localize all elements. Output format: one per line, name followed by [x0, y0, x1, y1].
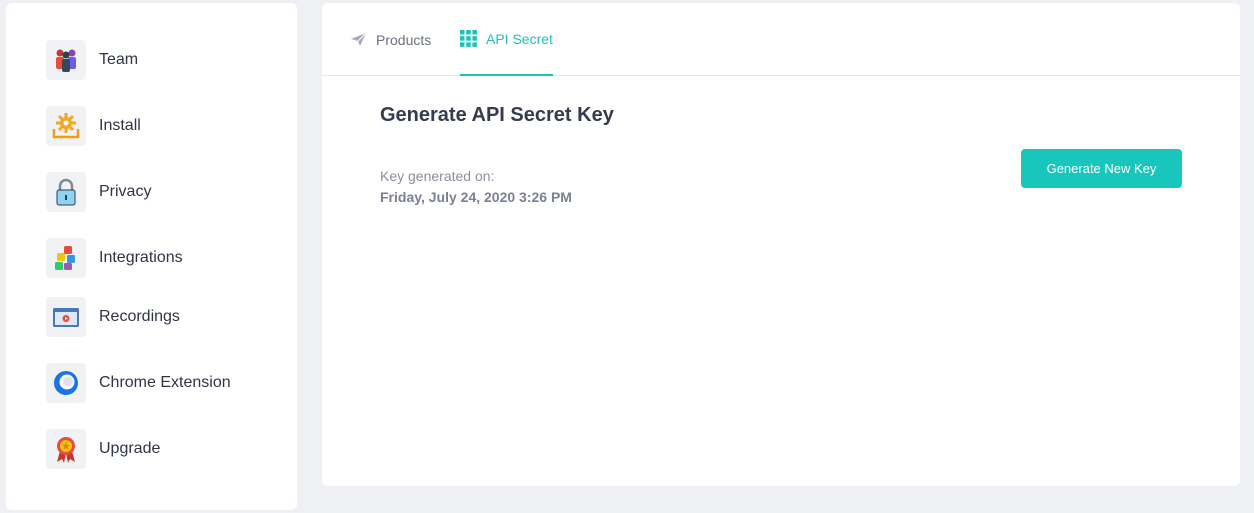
main-panel: Products API Secret Generate API Secret … — [322, 3, 1240, 486]
sidebar-item-privacy[interactable]: Privacy — [46, 172, 151, 212]
chrome-icon — [46, 363, 86, 403]
sidebar-item-recordings[interactable]: Recordings — [46, 297, 180, 337]
paper-plane-icon — [350, 32, 367, 47]
sidebar-item-label: Chrome Extension — [99, 374, 231, 391]
sidebar-item-install[interactable]: Install — [46, 106, 141, 146]
sidebar: Team Install Privacy Integrations Record… — [6, 3, 297, 510]
sidebar-item-integrations[interactable]: Integrations — [46, 238, 183, 278]
ribbon-icon — [46, 429, 86, 469]
tab-products[interactable]: Products — [350, 3, 431, 76]
video-icon — [46, 297, 86, 337]
sidebar-item-label: Upgrade — [99, 440, 161, 457]
sidebar-item-label: Recordings — [99, 308, 180, 325]
sidebar-item-upgrade[interactable]: Upgrade — [46, 429, 160, 469]
tab-bar: Products API Secret — [322, 3, 1240, 76]
team-icon — [46, 40, 86, 80]
tab-label: API Secret — [486, 30, 553, 47]
key-generated-date: Friday, July 24, 2020 3:26 PM — [380, 189, 572, 205]
sidebar-item-chrome-extension[interactable]: Chrome Extension — [46, 363, 231, 403]
install-icon — [46, 106, 86, 146]
tab-label: Products — [376, 31, 432, 48]
grid-icon — [460, 30, 477, 47]
sidebar-item-team[interactable]: Team — [46, 40, 138, 80]
sidebar-item-label: Install — [99, 117, 141, 134]
puzzle-icon — [46, 238, 86, 278]
sidebar-item-label: Team — [99, 51, 139, 68]
tab-api-secret[interactable]: API Secret — [460, 3, 553, 76]
sidebar-item-label: Privacy — [99, 183, 152, 200]
sidebar-item-label: Integrations — [99, 249, 183, 266]
generate-new-key-button[interactable]: Generate New Key — [1021, 149, 1182, 188]
page-title: Generate API Secret Key — [380, 104, 614, 126]
lock-icon — [46, 172, 86, 212]
key-generated-label: Key generated on: — [380, 168, 495, 184]
